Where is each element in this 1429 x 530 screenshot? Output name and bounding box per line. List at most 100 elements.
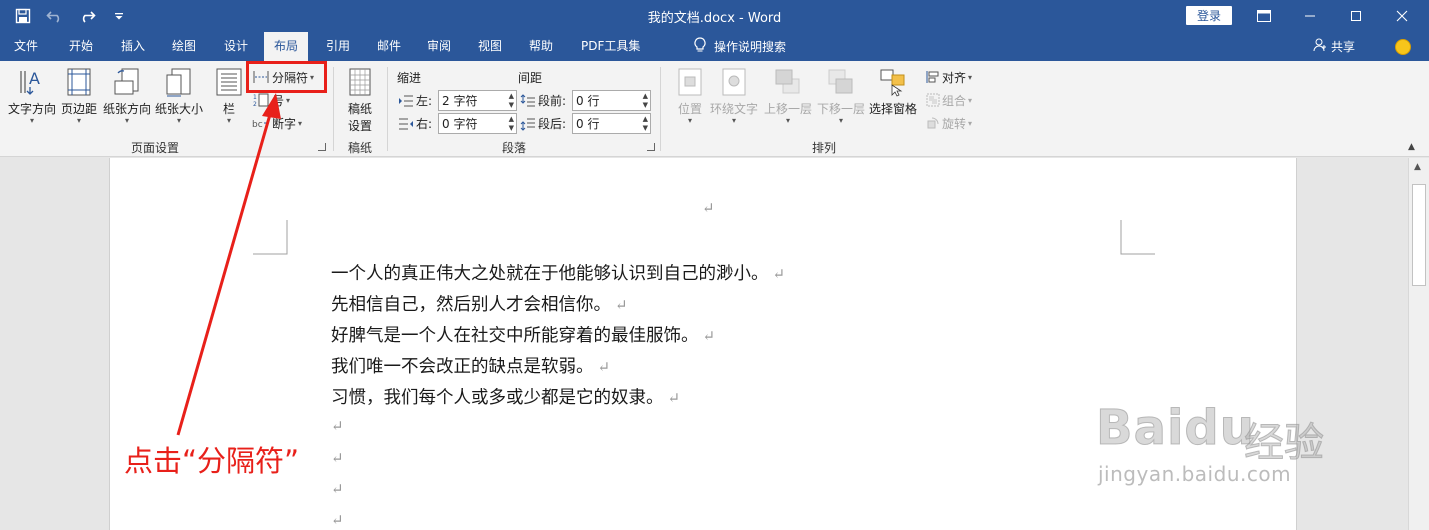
chevron-down-icon: ▾ [125, 116, 130, 125]
document-paragraph[interactable]: 一个人的真正伟大之处就在于他能够认识到自己的渺小。 ↵ [331, 260, 785, 285]
empty-paragraph[interactable]: ↵ [331, 479, 344, 499]
vertical-scrollbar[interactable]: ▲ [1408, 158, 1429, 530]
spinner-arrows-icon[interactable]: ▲ ▼ [509, 115, 514, 133]
document-paragraph[interactable]: 我们唯一不会改正的缺点是软弱。 ↵ [331, 353, 610, 378]
indent-right-input[interactable]: 0 字符 ▲ ▼ [438, 113, 517, 134]
line-numbers-button[interactable]: 12 号 ▾ [252, 90, 290, 110]
minimize-icon[interactable] [1287, 0, 1333, 32]
page-setup-launcher-icon[interactable] [318, 143, 326, 151]
scroll-up-icon[interactable]: ▲ [1414, 162, 1421, 172]
maximize-icon[interactable] [1333, 0, 1379, 32]
scrollbar-thumb[interactable] [1412, 184, 1426, 286]
bring-forward-button[interactable]: 上移一层 ▾ [764, 67, 812, 125]
tab-review[interactable]: 审阅 [421, 32, 457, 61]
title-bar: 我的文档.docx - Word 登录 [0, 0, 1429, 32]
tab-design[interactable]: 设计 [218, 32, 254, 61]
indent-left-input[interactable]: 2 字符 ▲ ▼ [438, 90, 517, 111]
manuscript-setup-button[interactable]: 稿纸 设置 [345, 67, 375, 134]
orientation-button[interactable]: 纸张方向 ▾ [103, 67, 151, 125]
group-button[interactable]: 组合 ▾ [926, 90, 972, 110]
collapse-ribbon-icon[interactable]: ▲ [1408, 142, 1415, 152]
tab-draw[interactable]: 绘图 [166, 32, 202, 61]
rotate-button[interactable]: 旋转 ▾ [926, 113, 972, 133]
size-label: 纸张大小 [155, 102, 204, 116]
align-button[interactable]: 对齐 ▾ [926, 67, 972, 87]
tab-view[interactable]: 视图 [472, 32, 508, 61]
lightbulb-icon [694, 37, 706, 56]
svg-text:bc: bc [252, 120, 263, 130]
wrap-text-icon [722, 68, 746, 96]
indent-left-value: 2 字符 [442, 94, 478, 108]
chevron-down-icon: ▾ [968, 72, 973, 82]
chevron-down-icon: ▾ [968, 95, 973, 105]
wrap-text-button[interactable]: 环绕文字 ▾ [710, 67, 758, 125]
spacing-after-label: 段后: [538, 117, 567, 131]
line-numbers-icon: 12 [253, 93, 269, 108]
tell-me-label: 操作说明搜索 [714, 40, 787, 54]
spinner-arrows-icon[interactable]: ▲ ▼ [643, 92, 648, 110]
bring-forward-icon [775, 69, 800, 94]
paragraph-mark: ↵ [597, 358, 611, 376]
spacing-after-input[interactable]: 0 行 ▲ ▼ [572, 113, 651, 134]
hyphenation-button[interactable]: bc 断字 ▾ [252, 113, 302, 133]
columns-button[interactable]: 栏 ▾ [214, 67, 244, 125]
hyphenation-icon: bc [252, 120, 269, 130]
empty-paragraph[interactable]: ↵ [331, 416, 344, 436]
tab-references[interactable]: 引用 [320, 32, 356, 61]
columns-icon [216, 68, 242, 96]
chevron-down-icon: ▾ [226, 116, 231, 125]
document-paragraph[interactable]: 先相信自己，然后别人才会相信你。 ↵ [331, 291, 628, 316]
spinner-arrows-icon[interactable]: ▲ ▼ [643, 115, 648, 133]
chevron-down-icon: ▾ [177, 116, 182, 125]
close-icon[interactable] [1379, 0, 1425, 32]
baidu-jingyan-watermark: Baidu 经验 jingyan.baidu.com [1096, 370, 1326, 500]
tab-layout[interactable]: 布局 [264, 32, 309, 61]
position-icon [678, 68, 702, 96]
send-backward-button[interactable]: 下移一层 ▾ [817, 67, 865, 125]
annotation-highlight-box [246, 61, 327, 93]
spacing-before-value: 0 行 [576, 94, 600, 108]
margin-corner-mark [253, 220, 288, 255]
text-direction-button[interactable]: A 文字方向 ▾ [8, 67, 56, 125]
tab-mailings[interactable]: 邮件 [371, 32, 407, 61]
margins-icon [67, 68, 91, 96]
document-paragraph[interactable]: 好脾气是一个人在社交中所能穿着的最佳服饰。 ↵ [331, 322, 715, 347]
paragraph-mark: ↵ [702, 327, 716, 345]
arrange-group-label: 排列 [811, 141, 836, 155]
columns-label: 栏 [222, 102, 235, 116]
manuscript-setup-line2: 设置 [347, 119, 372, 133]
spinner-arrows-icon[interactable]: ▲ ▼ [509, 92, 514, 110]
svg-text:A: A [29, 69, 40, 88]
tab-help[interactable]: 帮助 [523, 32, 559, 61]
position-button[interactable]: 位置 ▾ [675, 67, 705, 125]
tell-me-search[interactable]: 操作说明搜索 [694, 32, 786, 61]
tab-pdf-tools[interactable]: PDF工具集 [575, 32, 646, 61]
ribbon-display-options-icon[interactable] [1241, 0, 1287, 32]
hyphenation-label: 断字 [272, 116, 297, 131]
tab-insert[interactable]: 插入 [115, 32, 151, 61]
empty-paragraph[interactable]: ↵ [331, 510, 344, 530]
chevron-down-icon: ▾ [968, 118, 973, 128]
paragraph-launcher-icon[interactable] [647, 143, 655, 151]
orientation-icon [114, 68, 139, 95]
bring-forward-label: 上移一层 [764, 102, 813, 116]
login-button[interactable]: 登录 [1186, 6, 1232, 25]
size-button[interactable]: 纸张大小 ▾ [155, 67, 203, 125]
text-direction-icon: A [20, 69, 40, 95]
indent-heading: 缩进 [397, 71, 422, 85]
spacing-before-input[interactable]: 0 行 ▲ ▼ [572, 90, 651, 111]
tab-file[interactable]: 文件 [8, 32, 44, 61]
document-paragraph[interactable]: 习惯，我们每个人或多或少都是它的奴隶。 ↵ [331, 384, 680, 409]
spacing-before-label-wrap: 段前: [520, 90, 566, 111]
group-divider [387, 67, 388, 151]
margins-button[interactable]: 页边距 ▾ [61, 67, 97, 125]
indent-right-label: 右: [416, 117, 433, 131]
wrap-text-label: 环绕文字 [710, 102, 759, 116]
indent-left-icon [399, 95, 413, 106]
empty-paragraph[interactable]: ↵ [331, 448, 344, 468]
page-setup-group-label: 页面设置 [130, 141, 179, 155]
selection-pane-button[interactable]: 选择窗格 [869, 67, 917, 117]
share-button[interactable]: 共享 [1313, 32, 1355, 61]
tab-home[interactable]: 开始 [63, 32, 99, 61]
feedback-smiley-icon[interactable] [1395, 39, 1411, 55]
